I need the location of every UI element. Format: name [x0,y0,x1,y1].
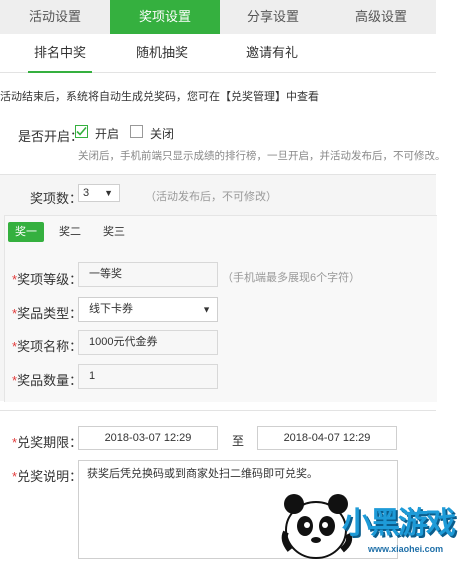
redeem-end-input[interactable]: 2018-04-07 12:29 [257,426,397,450]
enable-label: 是否开启： [18,129,84,144]
prize-tab-3[interactable]: 奖三 [96,222,132,242]
redeem-range-separator: 至 [232,434,245,448]
check-icon [76,126,87,136]
tab-activity-settings[interactable]: 活动设置 [0,0,110,34]
prize-tab-2[interactable]: 奖二 [52,222,88,242]
tab-advanced-settings[interactable]: 高级设置 [326,0,436,34]
prize-type-select[interactable]: 线下卡券 ▼ [78,297,218,322]
redeem-start-input[interactable]: 2018-03-07 12:29 [78,426,218,450]
prize-count-value: 3 [83,187,90,199]
subtab-random-draw[interactable]: 随机抽奖 [112,34,212,72]
prize-qty-label: *奖品数量： [12,373,83,388]
sub-tab-bar: 排名中奖 随机抽奖 邀请有礼 [0,34,436,73]
subtab-invite-gift[interactable]: 邀请有礼 [222,34,322,72]
enable-on-checkbox[interactable] [75,125,88,138]
top-tab-bar: 活动设置 奖项设置 分享设置 高级设置 [0,0,436,34]
tab-share-settings[interactable]: 分享设置 [218,0,328,34]
prize-level-label: *奖项等级： [12,272,83,287]
dropdown-arrow-icon: ▼ [202,304,211,314]
watermark-url: www.xiaohei.com [368,544,444,554]
prize-count-note: （活动发布后，不可修改） [145,191,277,203]
watermark-brand: 小黑游戏 [342,506,456,541]
prize-level-input[interactable]: 一等奖 [78,262,218,287]
prize-tab-1[interactable]: 奖一 [8,222,44,242]
enable-off-checkbox[interactable] [130,125,143,138]
enable-note: 关闭后，手机前端只显示成绩的排行榜，一旦开启，并活动发布后，不可修改。 [78,150,446,162]
prize-name-input[interactable]: 1000元代金券 [78,330,218,355]
redeem-hint: 活动结束后，系统将自动生成兑奖码，您可在【兑奖管理】中查看 [0,91,319,103]
prize-name-label: *奖项名称： [12,339,83,354]
prize-count-label: 奖项数： [30,191,83,206]
redeem-period-label: *兑奖期限： [12,435,83,450]
watermark-logo: 小黑游戏 www.xiaohei.com [272,480,465,559]
enable-on-label: 开启 [95,127,120,141]
prize-count-select[interactable]: 3 ▼ [78,184,120,202]
prize-qty-input[interactable]: 1 [78,364,218,389]
subtab-ranking-prize[interactable]: 排名中奖 [10,34,110,73]
tab-prize-settings[interactable]: 奖项设置 [110,0,220,34]
prize-level-note: （手机端最多展现6个字符） [222,272,361,284]
prize-type-value: 线下卡券 [89,303,133,315]
dropdown-arrow-icon: ▼ [104,188,113,198]
prize-type-label: *奖品类型： [12,306,83,321]
divider [0,410,436,411]
enable-off-label: 关闭 [150,127,175,141]
redeem-desc-label: *兑奖说明： [12,469,83,484]
